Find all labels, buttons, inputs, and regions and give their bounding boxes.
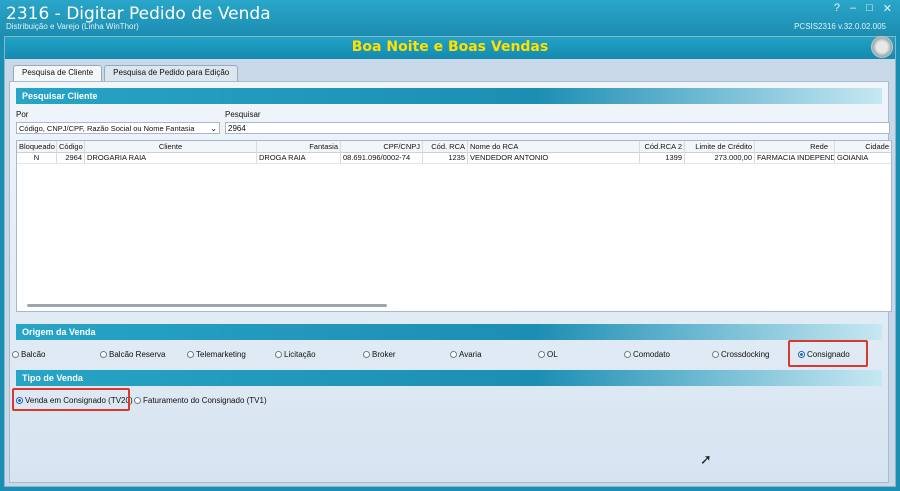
minimize-button[interactable]: –	[850, 2, 856, 15]
radio-icon	[712, 351, 719, 358]
maximize-button[interactable]: □	[866, 2, 873, 15]
col-bloqueado[interactable]: Bloqueado	[17, 141, 57, 152]
radio-label: Avaria	[459, 350, 482, 359]
cell-rede: FARMACIA INDEPENDENTE	[755, 152, 835, 163]
window-subtitle: Distribuição e Varejo (Linha WinThor)	[6, 22, 139, 31]
radio-telemarketing[interactable]: Telemarketing	[187, 350, 246, 359]
cell-fantasia: DROGA RAIA	[257, 152, 341, 163]
col-cod-rca[interactable]: Cód. RCA	[423, 141, 468, 152]
close-button[interactable]: ✕	[883, 2, 892, 15]
cell-cliente: DROGARIA RAIA	[85, 152, 257, 163]
radio-icon	[187, 351, 194, 358]
cell-cpf-cnpj: 08.691.096/0002-74	[341, 152, 423, 163]
radio-label: Comodato	[633, 350, 670, 359]
section-origem-venda: Origem da Venda	[16, 324, 882, 340]
tab-pesquisa-cliente[interactable]: Pesquisa de Cliente	[13, 65, 103, 81]
radio-balcao-reserva[interactable]: Balcão Reserva	[100, 350, 165, 359]
radio-label: OL	[547, 350, 558, 359]
title-bar: 2316 - Digitar Pedido de Venda Distribui…	[0, 0, 900, 36]
tab-content: Pesquisar Cliente Por Código, CNPJ/CPF, …	[9, 81, 892, 483]
radio-balcao[interactable]: Balcão	[12, 350, 45, 359]
radio-crossdocking[interactable]: Crossdocking	[712, 350, 769, 359]
cell-nome-rca: VENDEDOR ANTONIO	[468, 152, 640, 163]
horizontal-scrollbar[interactable]	[27, 304, 387, 307]
radio-label: Licitação	[284, 350, 316, 359]
mouse-cursor-icon: ➚	[700, 451, 712, 467]
table-row[interactable]: N 2964 DROGARIA RAIA DROGA RAIA 08.691.0…	[17, 152, 891, 164]
por-label: Por	[16, 110, 29, 119]
radio-licitacao[interactable]: Licitação	[275, 350, 316, 359]
search-by-select[interactable]: Código, CNPJ/CPF, Razão Social ou Nome F…	[16, 122, 220, 134]
radio-icon	[134, 397, 141, 404]
radio-broker[interactable]: Broker	[363, 350, 396, 359]
col-codigo[interactable]: Código	[57, 141, 85, 152]
col-rede[interactable]: Rede	[755, 141, 835, 152]
greeting-text: Boa Noite e Boas Vendas	[351, 39, 549, 55]
col-limite-credito[interactable]: Limite de Crédito	[685, 141, 755, 152]
radio-icon	[363, 351, 370, 358]
radio-label: Balcão Reserva	[109, 350, 166, 359]
highlight-consignado	[788, 340, 868, 367]
radio-avaria[interactable]: Avaria	[450, 350, 482, 359]
greeting-banner: Boa Noite e Boas Vendas	[5, 36, 895, 59]
chevron-down-icon[interactable]: ⌄	[210, 123, 217, 133]
cell-bloqueado: N	[17, 152, 57, 163]
radio-label: Telemarketing	[196, 350, 246, 359]
cell-cidade: GOIANIA	[837, 153, 869, 162]
radio-label: Balcão	[21, 350, 46, 359]
highlight-venda-consignado	[12, 388, 130, 411]
radio-label: Crossdocking	[721, 350, 770, 359]
cell-cod-rca: 1235	[423, 152, 468, 163]
col-cod-rca-2[interactable]: Cód.RCA 2	[640, 141, 685, 152]
help-button[interactable]: ?	[834, 2, 840, 15]
cell-limite-credito: 273.000,00	[685, 152, 755, 163]
radio-icon	[12, 351, 19, 358]
tab-pesquisa-pedido[interactable]: Pesquisa de Pedido para Edição	[104, 65, 239, 81]
window-title: 2316 - Digitar Pedido de Venda	[6, 4, 271, 24]
search-input[interactable]: 2964	[225, 122, 890, 134]
radio-icon	[624, 351, 631, 358]
cell-cod-rca-2: 1399	[640, 152, 685, 163]
col-cpf-cnpj[interactable]: CPF/CNPJ	[341, 141, 423, 152]
radio-icon	[538, 351, 545, 358]
radio-icon	[100, 351, 107, 358]
col-nome-rca[interactable]: Nome do RCA	[468, 141, 640, 152]
col-cliente[interactable]: Cliente	[85, 141, 257, 152]
radio-label: Faturamento do Consignado (TV1)	[143, 396, 267, 405]
section-tipo-venda: Tipo de Venda	[16, 370, 882, 386]
radio-icon	[450, 351, 457, 358]
cell-codigo: 2964	[57, 152, 85, 163]
main-frame: Boa Noite e Boas Vendas Pesquisa de Clie…	[4, 36, 896, 487]
search-by-value: Código, CNPJ/CPF, Razão Social ou Nome F…	[19, 124, 195, 133]
radio-comodato[interactable]: Comodato	[624, 350, 670, 359]
radio-icon	[275, 351, 282, 358]
window-controls: ? – □ ✕	[834, 2, 892, 15]
pesquisar-label: Pesquisar	[225, 110, 261, 119]
settings-gear-icon[interactable]	[871, 36, 893, 58]
clients-grid[interactable]: Bloqueado Código Cliente Fantasia CPF/CN…	[16, 140, 892, 312]
tab-strip: Pesquisa de Cliente Pesquisa de Pedido p…	[13, 65, 239, 81]
radio-ol[interactable]: OL	[538, 350, 558, 359]
col-cidade[interactable]: Cidade	[835, 141, 891, 152]
radio-faturamento-consignado[interactable]: Faturamento do Consignado (TV1)	[134, 396, 267, 405]
section-pesquisar-cliente: Pesquisar Cliente	[16, 88, 882, 104]
col-fantasia[interactable]: Fantasia	[257, 141, 341, 152]
radio-label: Broker	[372, 350, 396, 359]
version-label: PCSIS2316 v.32.0.02.005	[794, 22, 886, 31]
